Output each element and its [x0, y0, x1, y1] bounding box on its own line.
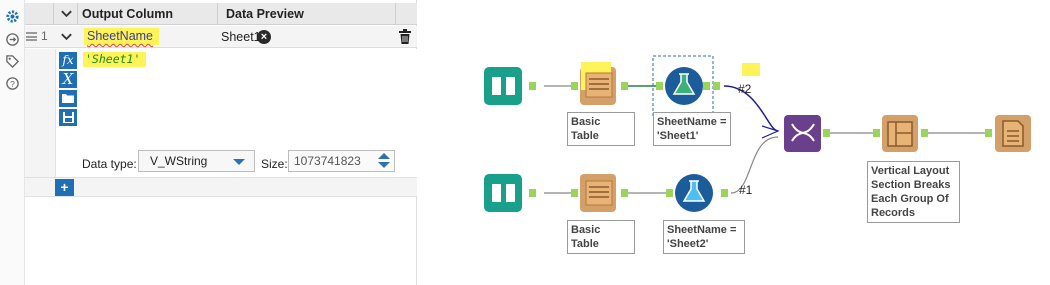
data-type-label: Data type: — [82, 157, 137, 171]
connection-label-top: #2 — [738, 82, 752, 96]
app-window: ? Output Column Data Preview 1 SheetName… — [0, 0, 1050, 285]
layout-tool[interactable] — [873, 115, 928, 152]
side-rail: ? — [0, 0, 25, 285]
size-label: Size: — [261, 157, 288, 171]
trash-icon[interactable] — [398, 29, 412, 45]
header-data-preview[interactable]: Data Preview — [226, 3, 304, 25]
size-value: 1073741823 — [294, 154, 361, 168]
label-layout: Vertical Layout Section Breaks Each Grou… — [867, 161, 960, 223]
row-number: 1 — [41, 29, 48, 43]
open-folder-icon[interactable] — [59, 90, 77, 107]
gear-icon[interactable] — [5, 9, 20, 24]
basic-table-tool-bottom[interactable] — [571, 174, 628, 212]
data-type-value: V_WString — [150, 154, 208, 168]
chevron-down-icon[interactable] — [233, 159, 245, 165]
formula-row[interactable]: 1 SheetName × Sheet1 — [25, 26, 417, 48]
formula-tool-bottom[interactable] — [666, 174, 728, 212]
expression-editor[interactable]: fx X 'Sheet1' Data type: V_WString Size:… — [55, 49, 417, 177]
label-formula-top: SheetName = 'Sheet1' — [653, 112, 731, 146]
spin-down-icon[interactable] — [378, 162, 390, 168]
connection-label-bottom: #1 — [739, 183, 753, 197]
collapse-all-chevron-icon[interactable] — [60, 9, 73, 19]
variable-icon[interactable]: X — [59, 71, 77, 88]
render-tool[interactable] — [985, 115, 1031, 152]
expression-text[interactable]: 'Sheet1' — [83, 52, 147, 67]
union-tool[interactable] — [784, 115, 830, 152]
input-data-tool-top[interactable] — [484, 67, 536, 105]
save-icon[interactable] — [59, 109, 77, 126]
size-spinner[interactable] — [376, 152, 392, 170]
add-formula-button[interactable]: + — [55, 179, 74, 196]
output-column-field[interactable]: SheetName × — [82, 26, 271, 48]
expand-row-chevron-icon[interactable] — [60, 32, 73, 42]
header-output-column[interactable]: Output Column — [82, 3, 173, 25]
add-row-bar: + — [25, 177, 417, 197]
svg-text:?: ? — [10, 79, 15, 89]
data-type-select[interactable]: V_WString — [138, 150, 255, 172]
label-basic-table-bottom: Basic Table — [567, 220, 635, 254]
basic-table-tool-top[interactable] — [571, 62, 628, 105]
grid-header: Output Column Data Preview — [25, 3, 417, 25]
label-basic-table-top: Basic Table — [567, 112, 635, 146]
fx-icon[interactable]: fx — [59, 52, 77, 69]
drag-handle-icon[interactable] — [26, 32, 37, 41]
size-input[interactable]: 1073741823 — [288, 150, 395, 172]
input-data-tool-bottom[interactable] — [484, 174, 536, 212]
output-column-name[interactable]: SheetName — [84, 28, 160, 45]
formula-config-panel: Output Column Data Preview 1 SheetName ×… — [25, 0, 417, 285]
tag-icon[interactable] — [5, 54, 20, 69]
label-formula-bottom: SheetName = 'Sheet2' — [663, 220, 745, 254]
help-icon[interactable]: ? — [5, 76, 20, 91]
connection-icon[interactable] — [5, 32, 20, 47]
spin-up-icon[interactable] — [378, 153, 390, 159]
data-preview-value: Sheet1 — [221, 30, 261, 44]
workflow-canvas[interactable]: Basic Table SheetName = 'Sheet1' Basic T… — [418, 0, 1050, 285]
